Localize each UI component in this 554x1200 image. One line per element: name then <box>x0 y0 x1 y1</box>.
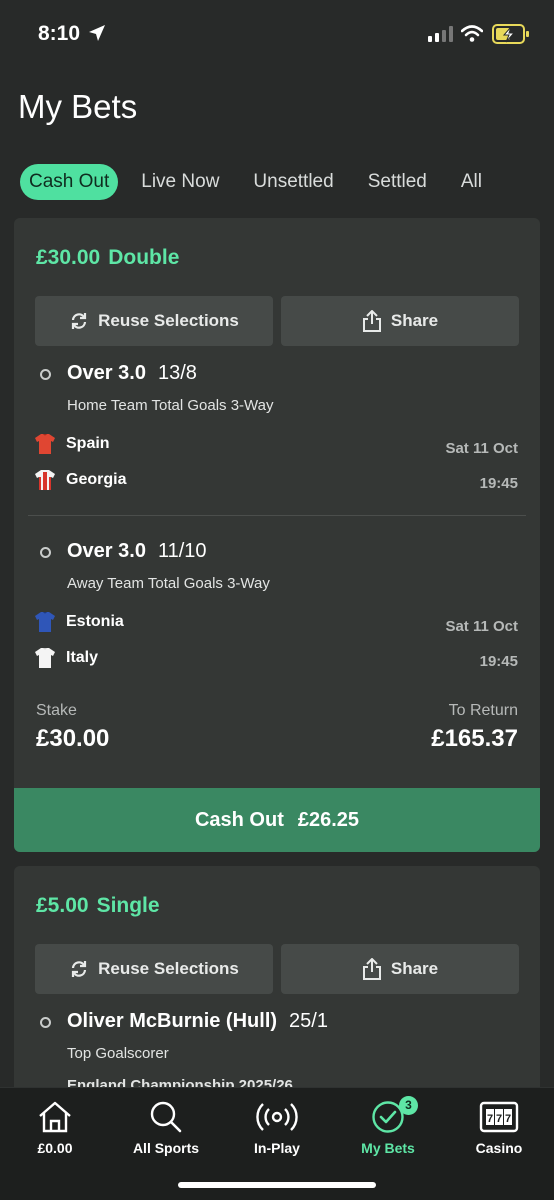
selection-odds: 13/8 <box>157 362 197 384</box>
red-shirt-icon <box>35 434 55 454</box>
team-name: Georgia <box>66 471 127 488</box>
bet-header: £30.00 Double <box>36 246 179 270</box>
tab-live-now[interactable]: Live Now <box>132 164 228 200</box>
page-title: My Bets <box>18 88 138 125</box>
to-return-label: To Return <box>448 702 518 719</box>
selection-market: Home Team Total Goals 3-Way <box>67 397 274 414</box>
match-date: Sat 11 Oct <box>445 440 518 457</box>
reuse-selections-label: Reuse Selections <box>98 311 239 330</box>
stake-value: £30.00 <box>36 725 110 752</box>
match-time: 19:45 <box>479 475 518 492</box>
bet-type: Single <box>96 894 160 917</box>
stake-label: Stake <box>36 702 77 719</box>
bet-card-double: £30.00 Double Reuse Selections Share Over… <box>14 218 540 852</box>
selection-title: Oliver McBurnie (Hull) 25/1 <box>67 1010 328 1033</box>
white-red-striped-shirt-icon <box>35 470 55 490</box>
nav-item-my-bets[interactable]: 3 My Bets <box>333 1096 443 1156</box>
selection-odds: 11/10 <box>157 540 207 562</box>
team-name: Spain <box>66 435 110 452</box>
svg-text:7: 7 <box>505 1113 511 1125</box>
team-name: Estonia <box>66 613 124 630</box>
share-icon <box>362 310 381 332</box>
reuse-selections-label: Reuse Selections <box>98 959 239 978</box>
tab-settled[interactable]: Settled <box>359 164 436 200</box>
selection-status-icon <box>40 547 51 558</box>
nav-label: £0.00 <box>37 1140 73 1156</box>
selection-status-icon <box>40 1017 51 1028</box>
home-icon <box>39 1101 71 1133</box>
selection-market: Away Team Total Goals 3-Way <box>67 575 270 592</box>
nav-label: Casino <box>475 1140 523 1156</box>
refresh-icon <box>72 313 87 329</box>
selection-title: Over 3.0 11/10 <box>67 540 207 563</box>
status-time: 8:10 <box>38 22 81 45</box>
status-bar: 8:10 <box>0 0 554 70</box>
my-bets-count-badge: 3 <box>399 1096 418 1115</box>
share-button[interactable]: Share <box>281 944 519 994</box>
svg-text:7: 7 <box>487 1113 493 1125</box>
cash-out-button[interactable]: Cash Out £26.25 <box>14 788 540 852</box>
nav-label: In-Play <box>254 1140 300 1156</box>
bet-filter-tabs: Cash Out Live Now Unsettled Settled All <box>20 164 507 200</box>
wifi-icon <box>461 25 483 42</box>
team-row: Estonia <box>34 610 124 634</box>
match-date: Sat 11 Oct <box>445 618 518 635</box>
blue-shirt-icon <box>35 612 55 632</box>
reuse-selections-button[interactable]: Reuse Selections <box>35 296 273 346</box>
team-name: Italy <box>66 649 99 666</box>
selection-odds: 25/1 <box>289 1010 328 1032</box>
nav-item-in-play[interactable]: In-Play <box>222 1098 332 1156</box>
share-icon <box>362 958 381 980</box>
search-icon <box>150 1101 182 1133</box>
selection-status-icon <box>40 369 51 380</box>
cellular-signal-icon <box>428 26 453 42</box>
selection-title: Over 3.0 13/8 <box>67 362 197 385</box>
tab-cash-out[interactable]: Cash Out <box>20 164 119 200</box>
reuse-selections-button[interactable]: Reuse Selections <box>35 944 273 994</box>
cash-out-label: Cash Out <box>194 808 284 831</box>
nav-item-all-sports[interactable]: All Sports <box>111 1098 221 1156</box>
location-arrow-icon <box>89 25 105 41</box>
bet-header: £5.00 Single <box>36 894 160 918</box>
nav-item-casino[interactable]: 7 7 7 Casino <box>444 1098 554 1156</box>
share-label: Share <box>390 959 439 978</box>
to-return-value: £165.37 <box>431 725 518 752</box>
bet-stake-amount: £30.00 <box>36 246 101 269</box>
bet-type: Double <box>108 246 180 269</box>
team-row: Georgia <box>34 468 126 492</box>
match-time: 19:45 <box>479 653 518 670</box>
share-button[interactable]: Share <box>281 296 519 346</box>
bet-stake-amount: £5.00 <box>36 894 89 917</box>
selection-divider <box>28 515 526 516</box>
selection-name: Oliver McBurnie (Hull) <box>67 1010 278 1032</box>
tab-all[interactable]: All <box>452 164 491 200</box>
selection-name: Over 3.0 <box>67 540 146 562</box>
battery-charging-icon <box>492 24 529 44</box>
selection-name: Over 3.0 <box>67 362 146 384</box>
tab-unsettled[interactable]: Unsettled <box>244 164 342 200</box>
white-shirt-icon <box>35 648 55 668</box>
refresh-icon <box>72 961 87 977</box>
share-label: Share <box>390 311 439 330</box>
home-indicator <box>178 1182 376 1188</box>
slot-machine-icon: 7 7 7 <box>479 1101 519 1133</box>
team-row: Italy <box>34 646 98 670</box>
nav-label: All Sports <box>132 1140 200 1156</box>
nav-item-balance[interactable]: £0.00 <box>0 1098 110 1156</box>
nav-label: My Bets <box>361 1140 415 1156</box>
svg-text:7: 7 <box>496 1113 502 1125</box>
selection-market: Top Goalscorer <box>67 1045 169 1062</box>
cash-out-value: £26.25 <box>297 808 360 831</box>
broadcast-icon <box>256 1103 298 1131</box>
team-row: Spain <box>34 432 110 456</box>
